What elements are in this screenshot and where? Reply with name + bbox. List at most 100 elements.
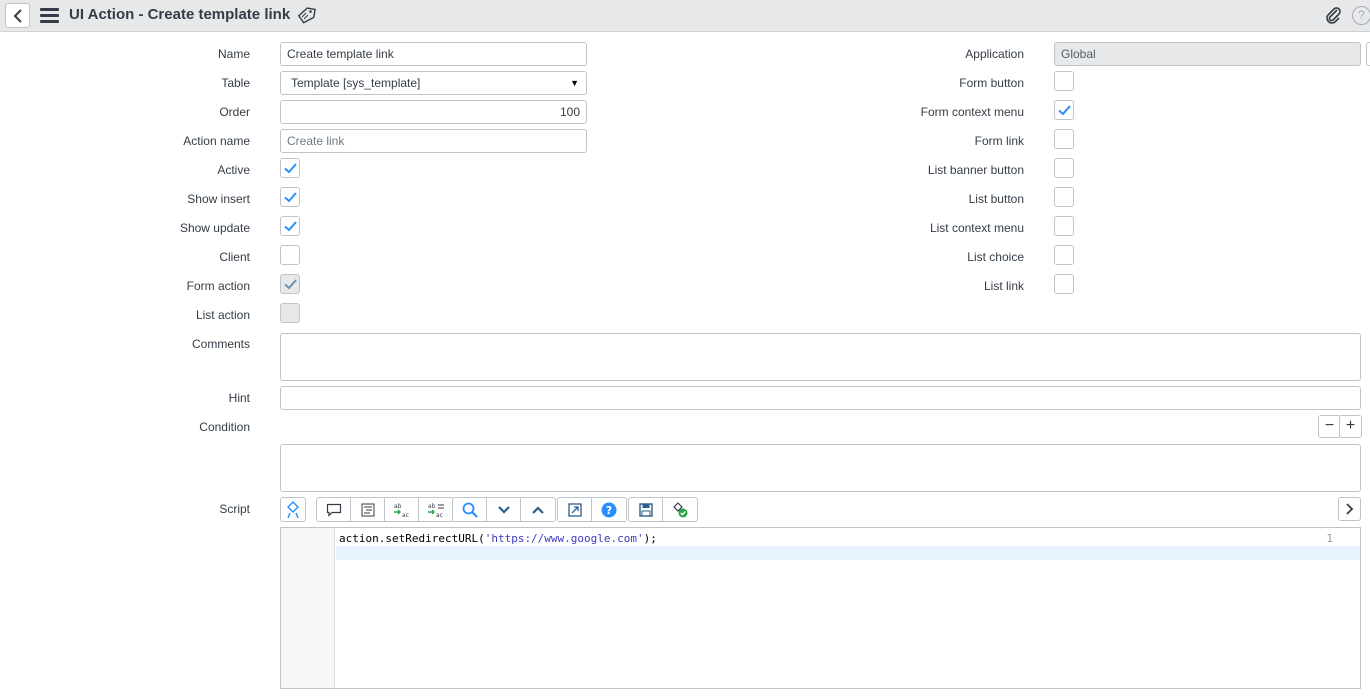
replace-icon: abac (393, 503, 409, 518)
svg-text:ac: ac (402, 512, 409, 518)
find-previous-button[interactable] (521, 498, 555, 521)
form-link-checkbox[interactable] (1054, 129, 1074, 149)
code-line[interactable]: action.setRedirectURL('https://www.googl… (336, 532, 1360, 546)
list-choice-checkbox[interactable] (1054, 245, 1074, 265)
page-title: UI Action - Create template link (69, 6, 291, 23)
list-action-label: List action (195, 308, 250, 322)
show-update-checkbox[interactable] (280, 216, 300, 236)
code-line-active[interactable] (336, 546, 1360, 560)
condition-textarea[interactable] (280, 444, 1361, 492)
order-label: Order (219, 105, 250, 119)
script-toolbar-group-edit: ab ac ab ac (316, 497, 454, 522)
find-previous-icon (532, 505, 544, 514)
table-select-value: Template [sys_template] (291, 76, 421, 90)
list-button-label: List button (968, 192, 1024, 206)
fullscreen-button[interactable] (558, 498, 592, 521)
script-assistant-icon (287, 500, 299, 518)
dropdown-arrow-icon: ▼ (570, 78, 579, 88)
application-field: Global (1054, 42, 1361, 66)
script-label: Script (219, 502, 250, 516)
back-button[interactable] (5, 3, 30, 28)
list-button-checkbox[interactable] (1054, 187, 1074, 207)
script-toolbar-group-file (628, 497, 698, 522)
line-number-gutter (281, 528, 335, 688)
client-label: Client (219, 250, 250, 264)
table-label: Table (221, 76, 250, 90)
action-name-label: Action name (183, 134, 250, 148)
code-string-token: 'https://www.google.com' (484, 532, 644, 545)
list-banner-button-label: List banner button (927, 163, 1024, 177)
form-context-menu-checkbox[interactable] (1054, 100, 1074, 120)
application-lookup-button[interactable] (1366, 42, 1370, 66)
checkmark-icon (1058, 105, 1071, 116)
toggle-comment-button[interactable] (317, 498, 351, 521)
format-icon (361, 503, 374, 516)
search-button[interactable] (453, 498, 487, 521)
checkmark-icon (284, 192, 297, 203)
save-icon (638, 502, 653, 517)
show-insert-checkbox[interactable] (280, 187, 300, 207)
code-token: ); (643, 532, 657, 545)
form-header: UI Action - Create template link ? (0, 0, 1370, 32)
form-button-checkbox[interactable] (1054, 71, 1074, 91)
checkmark-icon (284, 221, 297, 232)
name-field[interactable]: Create template link (280, 42, 587, 66)
script-assistant-button[interactable] (281, 498, 305, 521)
svg-text:?: ? (606, 504, 612, 517)
paperclip-icon[interactable] (1324, 6, 1342, 27)
script-toolbar-group-search (452, 497, 556, 522)
check-syntax-button[interactable] (663, 498, 697, 521)
code-token: action.setRedirectURL( (339, 532, 485, 545)
form-action-checkbox (280, 274, 300, 294)
name-label: Name (217, 47, 250, 61)
find-next-button[interactable] (487, 498, 521, 521)
script-expand-button[interactable] (1338, 497, 1361, 521)
checkmark-icon (284, 279, 297, 290)
action-name-field[interactable]: Create link (280, 129, 587, 153)
chevron-right-icon (1345, 503, 1353, 515)
comment-icon (326, 503, 341, 517)
condition-expand-button[interactable]: + (1339, 415, 1362, 438)
active-checkbox[interactable] (280, 158, 300, 178)
script-toolbar-group-assist (280, 497, 306, 522)
save-script-button[interactable] (629, 498, 663, 521)
format-code-button[interactable] (351, 498, 385, 521)
help-icon: ? (601, 502, 617, 517)
list-link-label: List link (983, 279, 1024, 293)
replace-button[interactable]: ab ac (385, 498, 419, 521)
list-banner-button-checkbox[interactable] (1054, 158, 1074, 178)
order-field[interactable]: 100 (280, 100, 587, 124)
script-editor[interactable]: 1 2 action.setRedirectURL('https://www.g… (280, 527, 1361, 689)
condition-collapse-button[interactable]: − (1318, 415, 1341, 438)
svg-text:ab: ab (428, 503, 436, 510)
script-toolbar-group-view: ? (557, 497, 627, 522)
list-choice-label: List choice (967, 250, 1024, 264)
table-select[interactable]: Template [sys_template] ▼ (280, 71, 587, 95)
svg-text:ab: ab (394, 503, 402, 510)
svg-text:ac: ac (436, 512, 443, 518)
show-insert-label: Show insert (187, 192, 250, 206)
comments-textarea[interactable] (280, 333, 1361, 381)
tag-icon[interactable] (296, 6, 316, 27)
form-link-label: Form link (974, 134, 1024, 148)
replace-all-icon: abac (428, 503, 444, 518)
form-action-label: Form action (186, 279, 250, 293)
application-label: Application (965, 47, 1024, 61)
script-help-button[interactable]: ? (592, 498, 626, 521)
form-button-label: Form button (959, 76, 1024, 90)
list-action-checkbox (280, 303, 300, 323)
replace-all-button[interactable]: ab ac (419, 498, 453, 521)
hint-label: Hint (228, 391, 250, 405)
client-checkbox[interactable] (280, 245, 300, 265)
find-next-icon (497, 505, 510, 514)
form-context-menu-label: Form context menu (920, 105, 1024, 119)
comments-label: Comments (191, 337, 250, 351)
show-update-label: Show update (179, 221, 250, 235)
hint-field[interactable] (280, 386, 1361, 410)
search-icon (462, 502, 478, 518)
help-icon[interactable]: ? (1352, 6, 1370, 25)
hamburger-icon[interactable] (40, 8, 59, 24)
list-link-checkbox[interactable] (1054, 274, 1074, 294)
chevron-left-icon (13, 8, 22, 23)
list-context-menu-checkbox[interactable] (1054, 216, 1074, 236)
